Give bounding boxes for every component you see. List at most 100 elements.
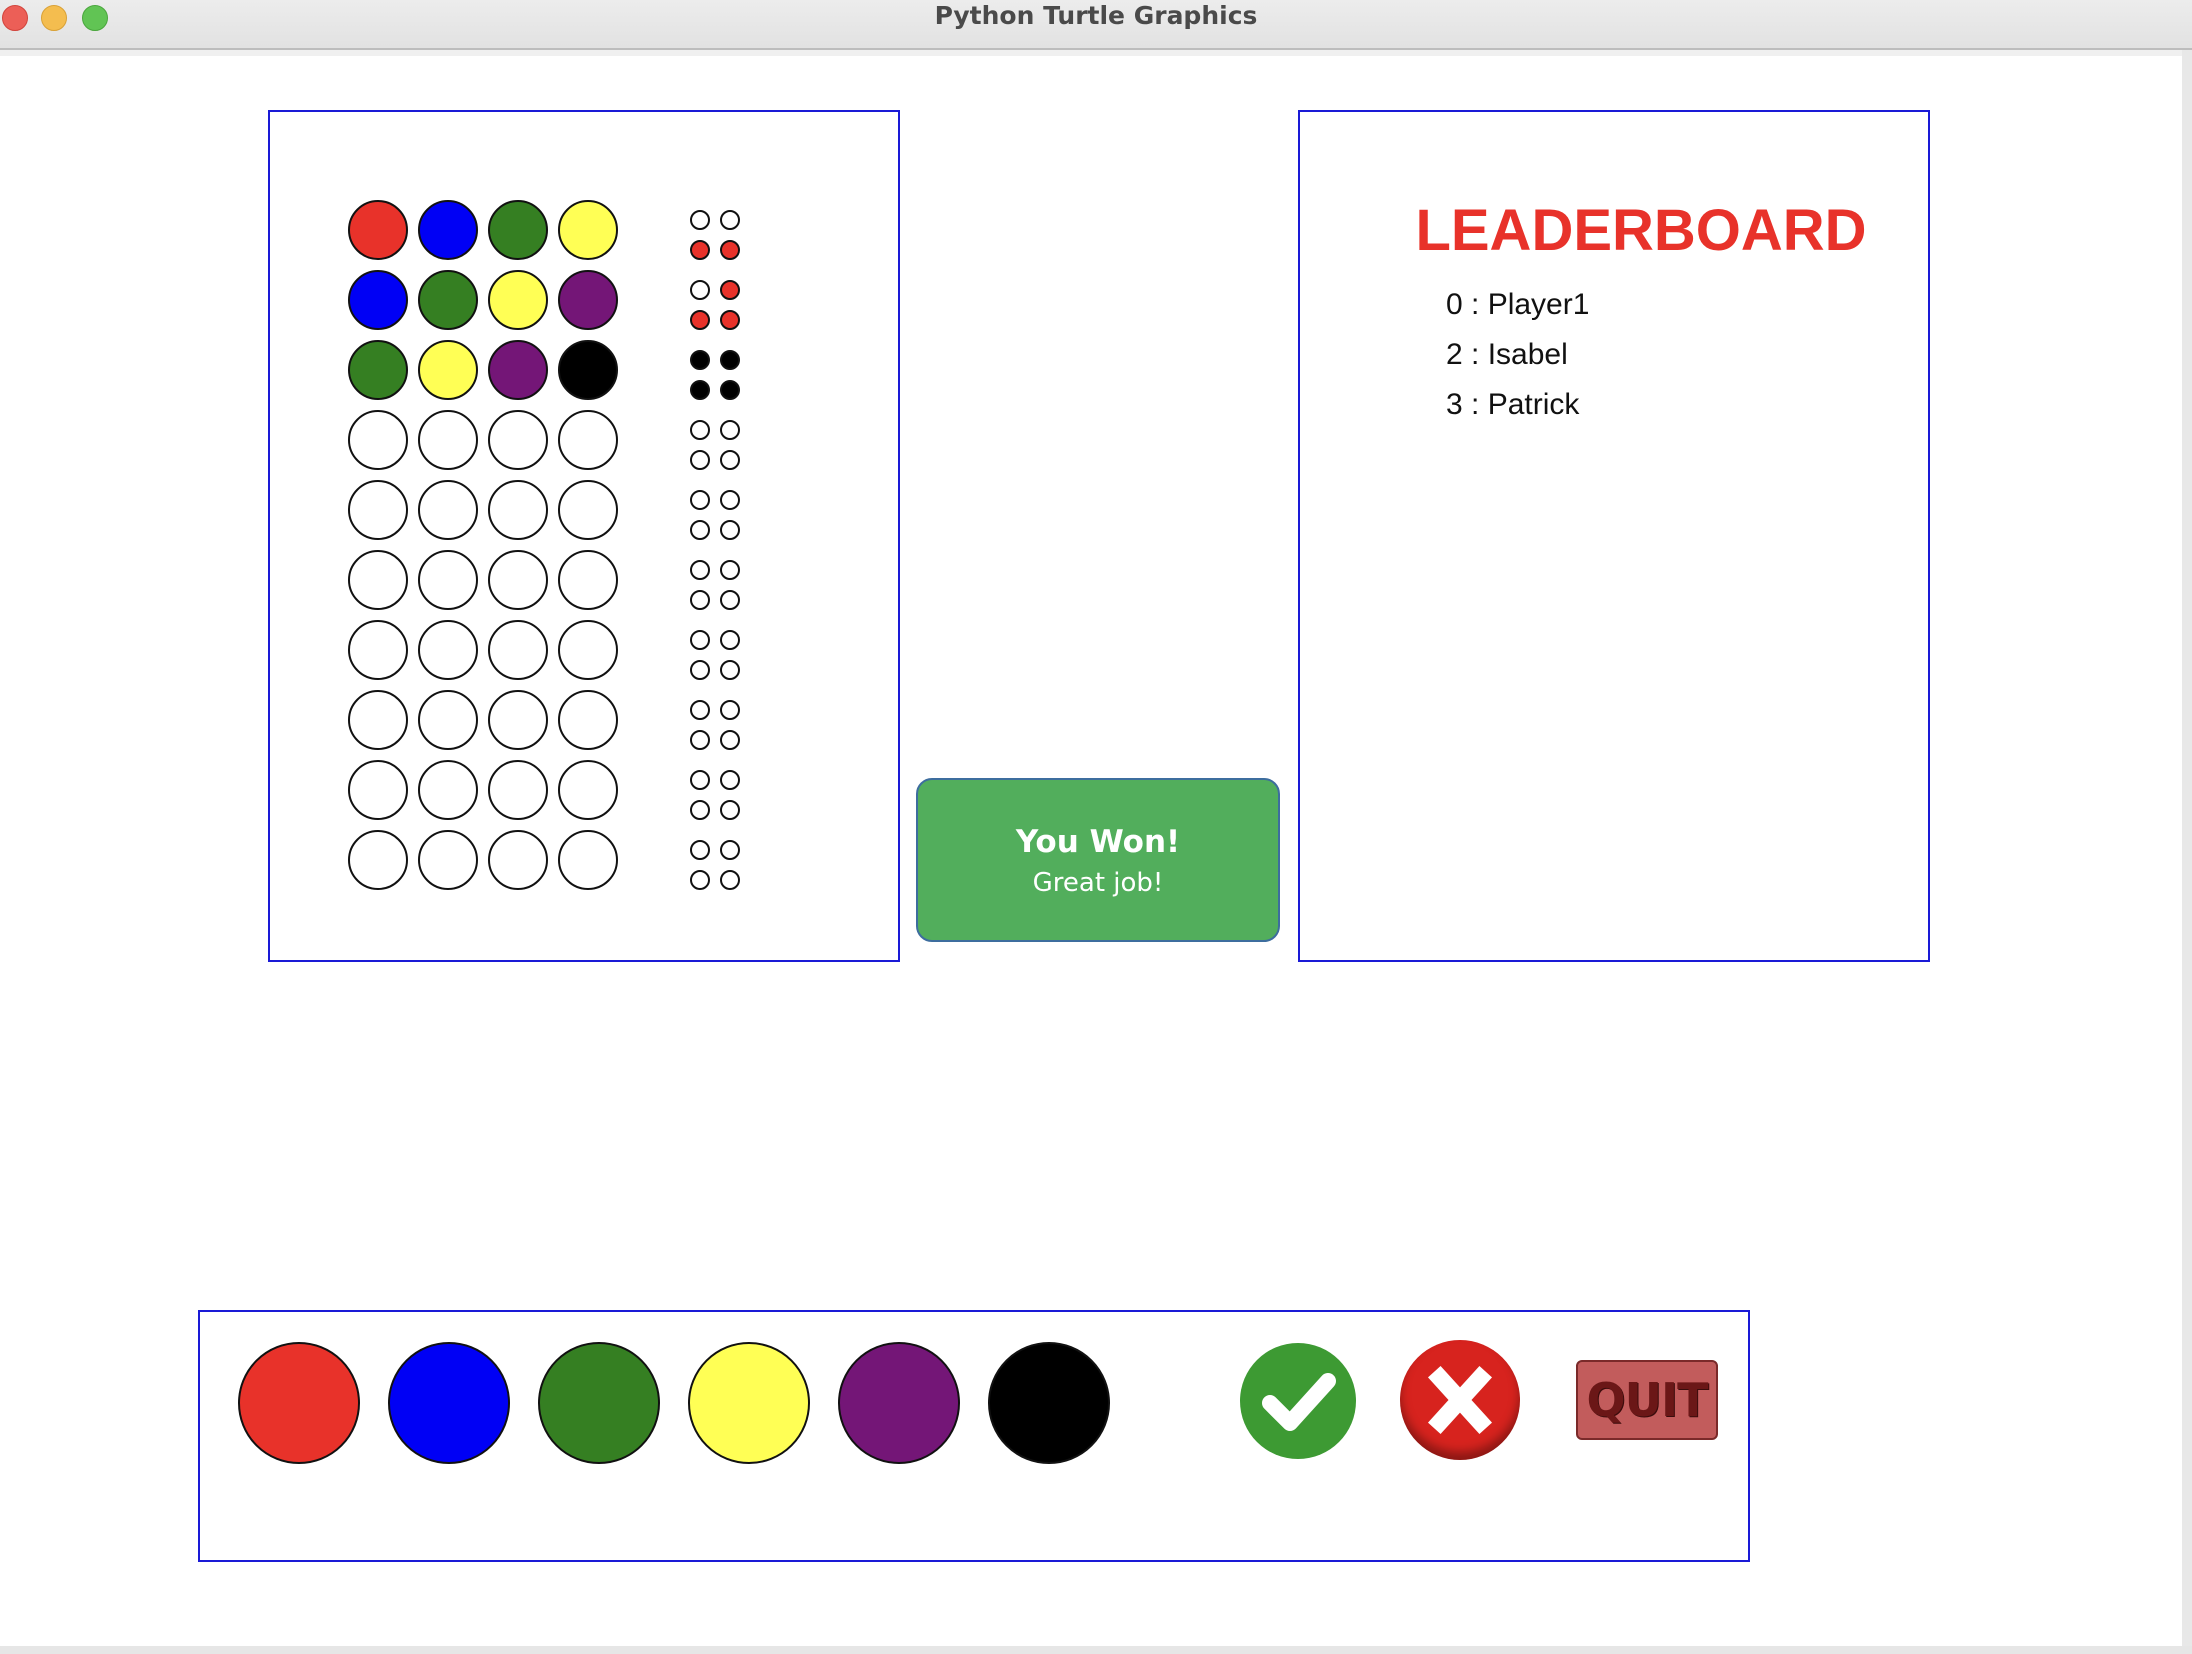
red-key-peg bbox=[720, 310, 740, 330]
black-key-peg bbox=[690, 380, 710, 400]
empty-peg-slot bbox=[488, 620, 548, 680]
empty-key-peg bbox=[690, 520, 710, 540]
empty-key-peg bbox=[720, 590, 740, 610]
game-board bbox=[268, 110, 900, 962]
empty-key-peg bbox=[690, 800, 710, 820]
empty-key-peg bbox=[690, 660, 710, 680]
green-color-swatch[interactable] bbox=[538, 1342, 660, 1464]
empty-key-peg bbox=[720, 210, 740, 230]
empty-peg-slot bbox=[488, 830, 548, 890]
empty-peg-slot bbox=[488, 550, 548, 610]
empty-key-peg bbox=[690, 490, 710, 510]
leaderboard-panel: LEADERBOARD 0 : Player1 2 : Isabel 3 : P… bbox=[1298, 110, 1930, 962]
window-bottom-edge bbox=[0, 1646, 2192, 1654]
empty-peg-slot bbox=[348, 690, 408, 750]
purple-color-swatch[interactable] bbox=[838, 1342, 960, 1464]
empty-key-peg bbox=[720, 840, 740, 860]
green-peg bbox=[418, 270, 478, 330]
empty-key-peg bbox=[720, 560, 740, 580]
leaderboard-entry: 2 : Isabel bbox=[1446, 338, 1568, 371]
window-title: Python Turtle Graphics bbox=[934, 1, 1258, 30]
empty-peg-slot bbox=[488, 410, 548, 470]
empty-peg-slot bbox=[418, 620, 478, 680]
empty-key-peg bbox=[690, 280, 710, 300]
empty-key-peg bbox=[720, 490, 740, 510]
empty-peg-slot bbox=[348, 550, 408, 610]
yellow-peg bbox=[488, 270, 548, 330]
empty-key-peg bbox=[720, 700, 740, 720]
empty-peg-slot bbox=[418, 830, 478, 890]
empty-peg-slot bbox=[418, 760, 478, 820]
window-edge bbox=[2182, 50, 2192, 1654]
leaderboard-title: LEADERBOARD bbox=[1415, 198, 1867, 263]
win-title: You Won! bbox=[1015, 824, 1181, 860]
empty-peg-slot bbox=[418, 480, 478, 540]
empty-peg-slot bbox=[558, 830, 618, 890]
empty-key-peg bbox=[720, 800, 740, 820]
empty-key-peg bbox=[690, 420, 710, 440]
empty-key-peg bbox=[690, 450, 710, 470]
empty-peg-slot bbox=[348, 760, 408, 820]
submit-guess-button[interactable] bbox=[1240, 1343, 1356, 1459]
black-color-swatch[interactable] bbox=[988, 1342, 1110, 1464]
empty-peg-slot bbox=[558, 550, 618, 610]
red-key-peg bbox=[720, 240, 740, 260]
red-color-swatch[interactable] bbox=[238, 1342, 360, 1464]
leaderboard-entry: 0 : Player1 bbox=[1446, 288, 1590, 321]
quit-button[interactable]: QUIT bbox=[1576, 1360, 1718, 1440]
empty-peg-slot bbox=[348, 620, 408, 680]
empty-key-peg bbox=[720, 770, 740, 790]
empty-peg-slot bbox=[488, 480, 548, 540]
red-key-peg bbox=[720, 280, 740, 300]
empty-key-peg bbox=[690, 210, 710, 230]
blue-peg bbox=[418, 200, 478, 260]
purple-peg bbox=[558, 270, 618, 330]
red-key-peg bbox=[690, 310, 710, 330]
empty-key-peg bbox=[690, 700, 710, 720]
empty-peg-slot bbox=[418, 410, 478, 470]
win-subtitle: Great job! bbox=[1032, 868, 1164, 898]
blue-color-swatch[interactable] bbox=[388, 1342, 510, 1464]
empty-key-peg bbox=[720, 730, 740, 750]
empty-key-peg bbox=[690, 730, 710, 750]
purple-peg bbox=[488, 340, 548, 400]
blue-peg bbox=[348, 270, 408, 330]
green-peg bbox=[488, 200, 548, 260]
black-key-peg bbox=[720, 380, 740, 400]
empty-peg-slot bbox=[348, 480, 408, 540]
black-key-peg bbox=[690, 350, 710, 370]
yellow-peg bbox=[418, 340, 478, 400]
black-key-peg bbox=[720, 350, 740, 370]
empty-key-peg bbox=[720, 520, 740, 540]
empty-peg-slot bbox=[558, 690, 618, 750]
empty-peg-slot bbox=[558, 620, 618, 680]
empty-key-peg bbox=[720, 660, 740, 680]
red-key-peg bbox=[690, 240, 710, 260]
empty-peg-slot bbox=[558, 410, 618, 470]
empty-key-peg bbox=[720, 870, 740, 890]
win-message-banner: You Won! Great job! bbox=[916, 778, 1280, 942]
red-peg bbox=[348, 200, 408, 260]
x-icon bbox=[1427, 1365, 1493, 1435]
reset-guess-button[interactable] bbox=[1400, 1340, 1520, 1460]
empty-key-peg bbox=[720, 450, 740, 470]
leaderboard-entry: 3 : Patrick bbox=[1446, 388, 1580, 421]
yellow-color-swatch[interactable] bbox=[688, 1342, 810, 1464]
empty-key-peg bbox=[690, 630, 710, 650]
empty-peg-slot bbox=[488, 690, 548, 750]
empty-peg-slot bbox=[418, 690, 478, 750]
empty-key-peg bbox=[690, 770, 710, 790]
checkmark-icon bbox=[1262, 1373, 1336, 1431]
window-titlebar: Python Turtle Graphics bbox=[0, 0, 2192, 50]
empty-key-peg bbox=[690, 870, 710, 890]
empty-key-peg bbox=[690, 590, 710, 610]
empty-peg-slot bbox=[418, 550, 478, 610]
empty-key-peg bbox=[690, 840, 710, 860]
empty-peg-slot bbox=[488, 760, 548, 820]
yellow-peg bbox=[558, 200, 618, 260]
empty-peg-slot bbox=[558, 760, 618, 820]
empty-peg-slot bbox=[348, 410, 408, 470]
black-peg bbox=[558, 340, 618, 400]
empty-key-peg bbox=[690, 560, 710, 580]
empty-peg-slot bbox=[348, 830, 408, 890]
